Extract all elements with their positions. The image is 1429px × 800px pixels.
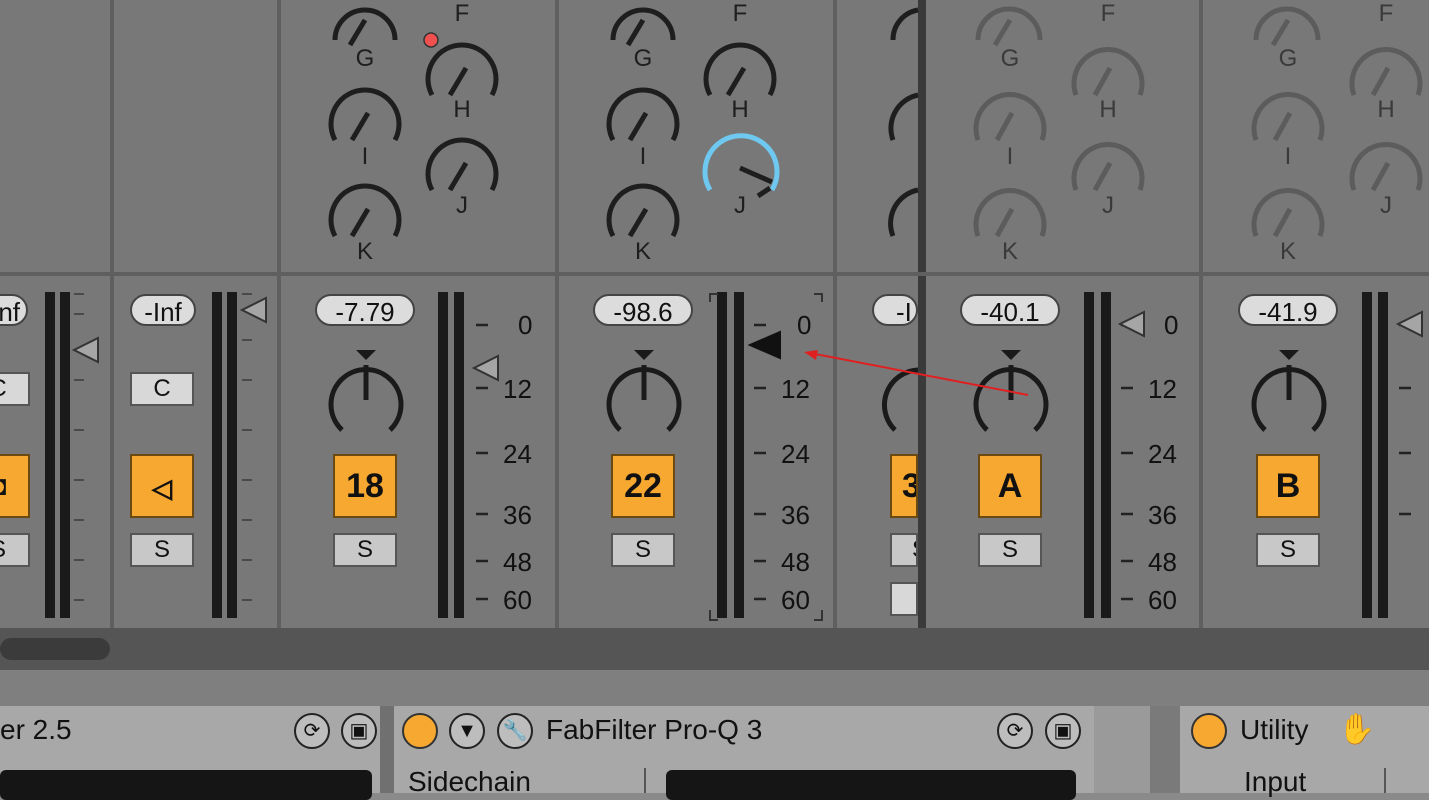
scale-label: 24 [503, 439, 532, 469]
knob-label: K [356, 238, 373, 265]
scale-label: 36 [1148, 500, 1177, 530]
device-display [666, 770, 1076, 800]
panel-gap [0, 670, 1429, 706]
divider [644, 768, 646, 793]
knob-label: H [1377, 96, 1395, 123]
knob-label: J [1102, 192, 1114, 219]
scale-label: 0 [1164, 310, 1179, 340]
knob-label: F [1100, 0, 1116, 27]
save-preset-icon[interactable]: ▣ [1045, 713, 1081, 749]
knob-label: J [1380, 192, 1392, 219]
collapse-icon[interactable]: ▼ [449, 713, 485, 749]
scrollbar-track[interactable] [0, 628, 1429, 670]
scale-label: 36 [781, 500, 810, 530]
send-knob [888, 92, 919, 141]
knob-label: F [1378, 0, 1394, 27]
scale-label: 0 [518, 310, 533, 340]
knob-label: G [1278, 45, 1298, 72]
scrollbar-thumb[interactable] [0, 638, 110, 660]
send-knob [332, 7, 398, 41]
save-preset-icon[interactable]: ▣ [341, 713, 377, 749]
panel-gap [1094, 706, 1150, 793]
knob-label: G [355, 45, 375, 72]
ticks-s2 [242, 293, 252, 601]
knob-label: H [1099, 96, 1117, 123]
ticks-s1 [74, 293, 84, 601]
annotation-arrow [809, 352, 1029, 396]
device-title: Utility [1240, 714, 1309, 745]
scale-label: 60 [503, 585, 532, 615]
volume-fader-arrow [239, 296, 267, 324]
scale-label: 24 [1148, 439, 1177, 469]
knob-label: I [639, 143, 647, 170]
wrench-icon[interactable]: 🔧 [497, 713, 533, 749]
knob-label: F [454, 0, 470, 27]
device-on-toggle[interactable] [1191, 713, 1227, 749]
hot-swap-icon[interactable]: ⟳ [294, 713, 330, 749]
knob-label: I [361, 143, 369, 170]
scale-label: 48 [1148, 547, 1177, 577]
knob-label: J [734, 192, 746, 219]
volume-fader-arrow-selected [747, 330, 781, 360]
scale-label: 12 [503, 374, 532, 404]
scale-label: 36 [503, 500, 532, 530]
scale-label: 60 [1148, 585, 1177, 615]
automation-dot [423, 32, 439, 48]
device-display [0, 770, 372, 800]
scale-label: 12 [1148, 374, 1177, 404]
panel-separator [380, 706, 394, 793]
scale-label: 24 [781, 439, 810, 469]
volume-fader-arrow [71, 336, 99, 364]
device-on-toggle[interactable] [402, 713, 438, 749]
hand-icon: ✋ [1338, 713, 1376, 746]
knob-label: G [633, 45, 653, 72]
knob-label: H [731, 96, 749, 123]
knob-label: K [1279, 238, 1296, 265]
send-knob [890, 7, 919, 41]
send-knob [888, 187, 919, 237]
scale-label: 12 [781, 374, 810, 404]
volume-fader-arrow [1395, 310, 1423, 338]
hot-swap-icon[interactable]: ⟳ [997, 713, 1033, 749]
scale-label: 0 [797, 310, 812, 340]
device-title: er 2.5 [0, 714, 72, 745]
device-input-label[interactable]: Input [1244, 766, 1306, 798]
send-knob [610, 7, 676, 41]
knob-label: J [456, 192, 468, 219]
knob-label: K [1001, 238, 1018, 265]
knob-label: I [1006, 143, 1014, 170]
scale-label: 48 [781, 547, 810, 577]
panel-gap-dark [1150, 706, 1180, 793]
scale-label: 60 [781, 585, 810, 615]
device-sidechain-label[interactable]: Sidechain [408, 766, 531, 798]
meter-scales [71, 293, 1423, 621]
divider [1384, 768, 1386, 793]
knob-label: H [453, 96, 471, 123]
sends-divider [0, 272, 1429, 276]
knob-label: I [1284, 143, 1292, 170]
send-knobs [328, 6, 1423, 238]
knob-label: F [732, 0, 748, 27]
volume-fader-arrow [471, 354, 499, 382]
volume-fader-arrow [1117, 310, 1145, 338]
knob-label: K [634, 238, 651, 265]
device-title: FabFilter Pro-Q 3 [546, 714, 763, 745]
scale-label: 48 [503, 547, 532, 577]
knob-label: G [1000, 45, 1020, 72]
